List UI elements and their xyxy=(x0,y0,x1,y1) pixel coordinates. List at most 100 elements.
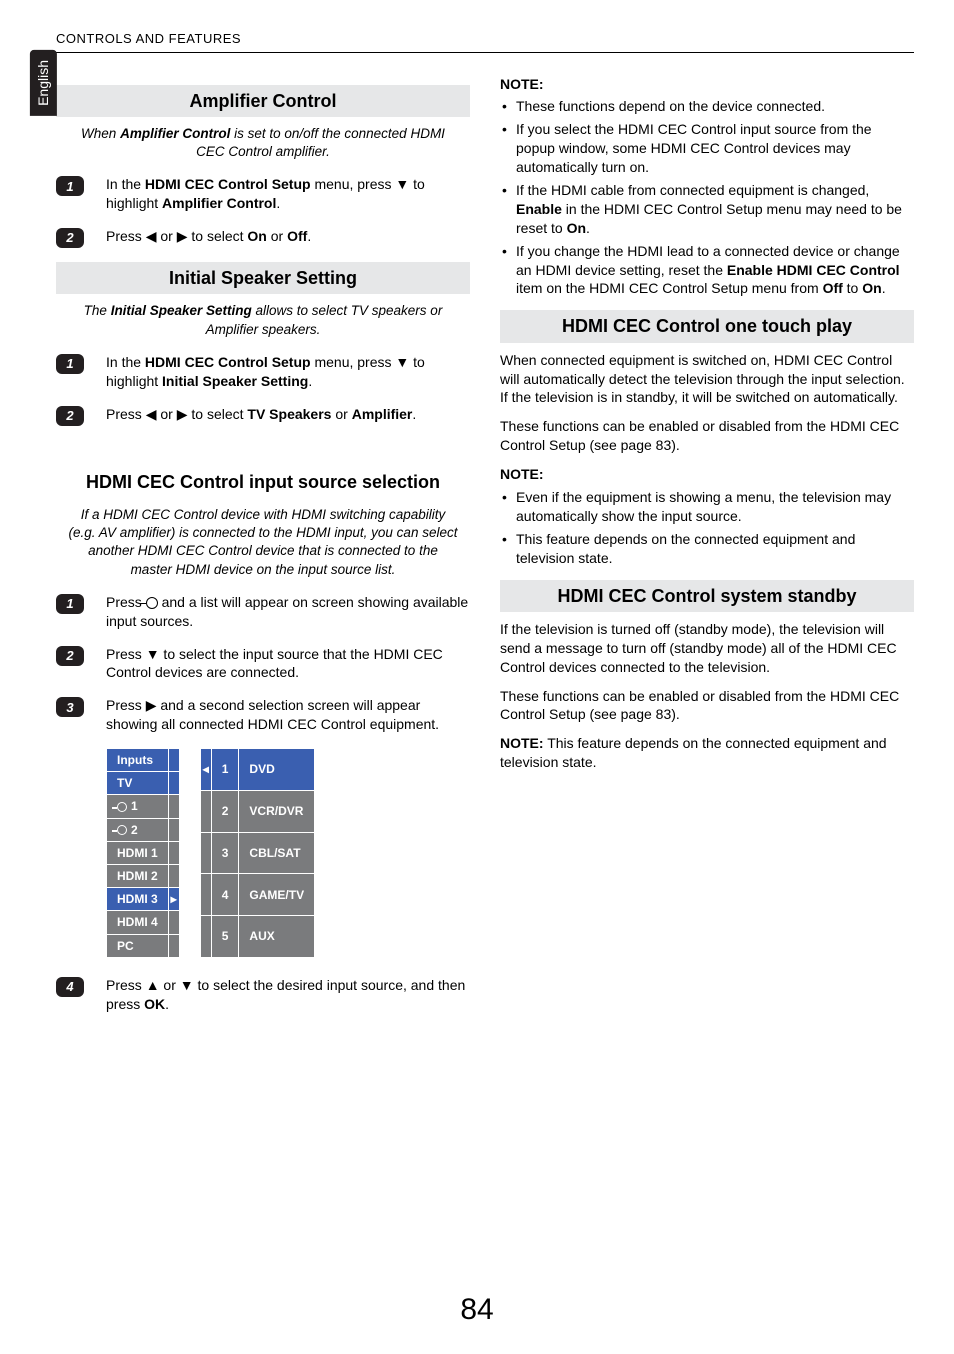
standby-p2: These functions can be enabled or disabl… xyxy=(500,687,914,725)
right-arrow-icon: ▶ xyxy=(177,405,188,424)
down-arrow-icon: ▼ xyxy=(146,645,160,664)
t: . xyxy=(412,406,416,422)
n: 3 xyxy=(211,832,239,874)
section-title-speaker: Initial Speaker Setting xyxy=(56,262,470,294)
amp-step-1: 1 In the HDMI CEC Control Setup menu, pr… xyxy=(56,175,470,213)
language-tab: English xyxy=(30,50,57,116)
t: NOTE: xyxy=(500,735,544,751)
t: On xyxy=(862,280,881,296)
step-text: Press ▼ to select the input source that … xyxy=(106,645,470,683)
table-row: PC xyxy=(107,934,169,957)
list-item: If the HDMI cable from connected equipme… xyxy=(500,181,914,238)
step-text: Press ◀ or ▶ to select TV Speakers or Am… xyxy=(106,405,470,424)
speaker-intro: The Initial Speaker Setting allows to se… xyxy=(66,302,460,338)
t: TV Speakers xyxy=(247,406,331,422)
standby-p1: If the television is turned off (standby… xyxy=(500,620,914,677)
table-row: AUX xyxy=(239,916,315,958)
table-row: GAME/TV xyxy=(239,874,315,916)
text: is set to on/off the connected HDMI CEC … xyxy=(196,126,445,159)
input-icon xyxy=(117,825,127,835)
inputs-table: Inputs TV 1 2 HDMI 1 HDMI 2 HDMI 3▸ HDMI… xyxy=(106,748,180,958)
step-badge-icon: 3 xyxy=(56,697,84,717)
note-list-1: These functions depend on the device con… xyxy=(500,97,914,298)
table-row: DVD xyxy=(239,749,315,791)
list-item: Even if the equipment is showing a menu,… xyxy=(500,488,914,526)
t: or xyxy=(160,977,180,993)
src-intro: If a HDMI CEC Control device with HDMI s… xyxy=(66,506,460,579)
table-row: 2 xyxy=(107,818,169,841)
t: Enable xyxy=(516,201,562,217)
speaker-step-1: 1 In the HDMI CEC Control Setup menu, pr… xyxy=(56,353,470,391)
t: Press xyxy=(106,697,146,713)
step-badge-icon: 2 xyxy=(56,228,84,248)
list-item: These functions depend on the device con… xyxy=(500,97,914,116)
right-arrow-icon: ▶ xyxy=(146,696,157,715)
page-number: 84 xyxy=(0,1290,954,1331)
t: This feature depends on the connected eq… xyxy=(500,735,887,770)
t: In the xyxy=(106,176,145,192)
table-row: VCR/DVR xyxy=(239,790,315,832)
t: . xyxy=(165,996,169,1012)
section-title-touch: HDMI CEC Control one touch play xyxy=(500,310,914,342)
t: or xyxy=(156,406,176,422)
t: On xyxy=(567,220,586,236)
section-title-source: HDMI CEC Control input source selection xyxy=(56,466,470,498)
n: 5 xyxy=(211,916,239,958)
list-item: If you select the HDMI CEC Control input… xyxy=(500,120,914,177)
speaker-step-2: 2 Press ◀ or ▶ to select TV Speakers or … xyxy=(56,405,470,426)
n: 4 xyxy=(211,874,239,916)
src-step-1: 1 Press and a list will appear on screen… xyxy=(56,593,470,631)
right-column: NOTE: These functions depend on the devi… xyxy=(500,75,914,1028)
down-arrow-icon: ▼ xyxy=(395,175,409,194)
t: In the xyxy=(106,354,145,370)
step-text: Press ▲ or ▼ to select the desired input… xyxy=(106,976,470,1014)
amp-intro: When Amplifier Control is set to on/off … xyxy=(66,125,460,161)
t: and a second selection screen will appea… xyxy=(106,697,439,732)
t: . xyxy=(586,220,590,236)
step-text: In the HDMI CEC Control Setup menu, pres… xyxy=(106,175,470,213)
t: Press xyxy=(106,594,146,610)
step-text: Press ◀ or ▶ to select On or Off. xyxy=(106,227,470,246)
t: item on the HDMI CEC Control Setup menu … xyxy=(516,280,823,296)
n: 1 xyxy=(211,749,239,791)
touch-p1: When connected equipment is switched on,… xyxy=(500,351,914,408)
t: to select xyxy=(187,406,247,422)
t: The xyxy=(84,303,111,318)
list-item: If you change the HDMI lead to a connect… xyxy=(500,242,914,299)
step-badge-icon: 1 xyxy=(56,354,84,374)
table-row: HDMI 4 xyxy=(107,911,169,934)
down-arrow-icon: ▼ xyxy=(180,976,194,995)
t: to xyxy=(843,280,862,296)
t: Initial Speaker Setting xyxy=(111,303,252,318)
down-arrow-icon: ▼ xyxy=(395,353,409,372)
t: menu, press xyxy=(311,176,396,192)
t: Enable HDMI CEC Control xyxy=(727,262,900,278)
input-icon xyxy=(117,802,127,812)
text: When xyxy=(81,126,120,141)
left-arrow-icon: ◀ xyxy=(146,405,157,424)
step-badge-icon: 4 xyxy=(56,977,84,997)
t: OK xyxy=(144,996,165,1012)
t: On xyxy=(247,228,266,244)
source-icon xyxy=(146,597,158,609)
table-header: Inputs xyxy=(107,749,169,772)
step-text: Press and a list will appear on screen s… xyxy=(106,593,470,631)
devices-table: ◂1DVD 2VCR/DVR 3CBL/SAT 4GAME/TV 5AUX xyxy=(200,748,315,958)
left-column: Amplifier Control When Amplifier Control… xyxy=(56,75,470,1028)
t: Press xyxy=(106,977,146,993)
standby-p3: NOTE: This feature depends on the connec… xyxy=(500,734,914,772)
touch-p2: These functions can be enabled or disabl… xyxy=(500,417,914,455)
t: . xyxy=(276,195,280,211)
t: Press xyxy=(106,646,146,662)
table-row: HDMI 1 xyxy=(107,841,169,864)
t: Press xyxy=(106,406,146,422)
t: or xyxy=(156,228,176,244)
caret-left-icon: ◂ xyxy=(200,749,211,791)
t: . xyxy=(882,280,886,296)
t: 1 xyxy=(131,799,138,813)
t: . xyxy=(308,373,312,389)
note-label: NOTE: xyxy=(500,75,914,94)
list-item: This feature depends on the connected eq… xyxy=(500,530,914,568)
t: and a list will appear on screen showing… xyxy=(106,594,468,629)
note-label: NOTE: xyxy=(500,465,914,484)
